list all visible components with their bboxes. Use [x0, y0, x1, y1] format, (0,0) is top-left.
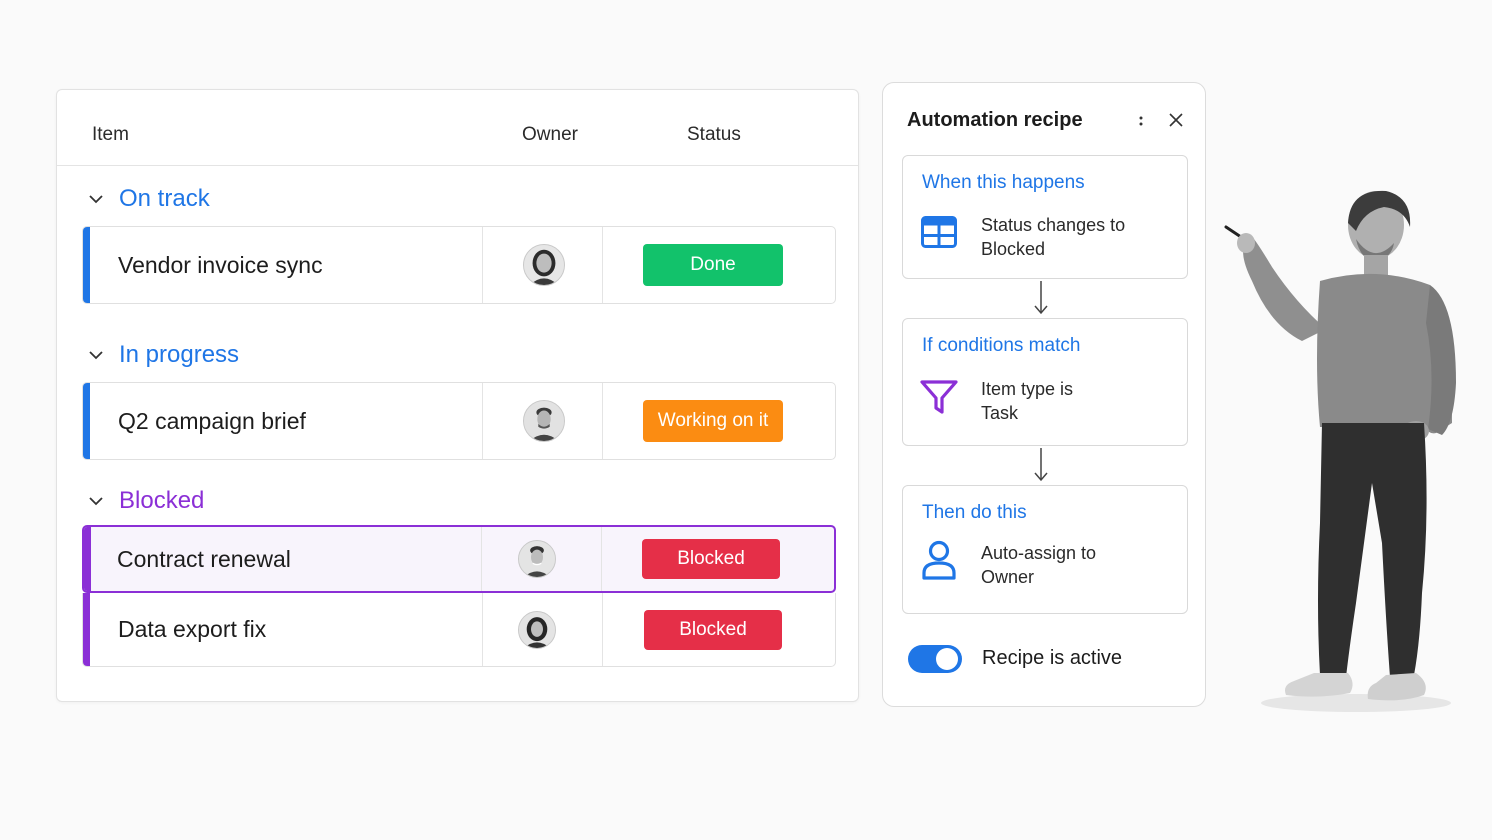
arrow-down-icon: [1034, 448, 1048, 482]
toggle-knob: [936, 648, 958, 670]
board-header: Item Owner Status: [57, 90, 858, 166]
recipe-active-toggle[interactable]: [908, 645, 962, 673]
status-badge[interactable]: Working on it: [643, 400, 783, 442]
step-label: Then do this: [922, 502, 1027, 523]
column-header-item[interactable]: Item: [92, 124, 129, 146]
cell-divider: [481, 527, 482, 591]
item-name[interactable]: Data export fix: [118, 593, 266, 666]
panel-title: Automation recipe: [907, 109, 1083, 131]
group-header-in-progress[interactable]: In progress: [85, 338, 239, 372]
item-name[interactable]: Contract renewal: [117, 527, 291, 591]
filter-icon: [919, 377, 959, 417]
step-description: Status changes to Blocked: [981, 215, 1126, 259]
status-badge[interactable]: Done: [643, 244, 783, 286]
cell-divider: [601, 527, 602, 591]
table-row[interactable]: Contract renewal Blocked: [82, 525, 836, 593]
avatar[interactable]: [523, 400, 565, 442]
cell-divider: [602, 593, 603, 666]
group-header-blocked[interactable]: Blocked: [85, 484, 204, 518]
table-row[interactable]: Q2 campaign brief Working on it: [82, 382, 836, 460]
table-icon: [919, 212, 959, 252]
item-name[interactable]: Vendor invoice sync: [118, 227, 323, 303]
group-header-on-track[interactable]: On track: [85, 182, 210, 216]
cell-divider: [602, 383, 603, 459]
more-vertical-icon[interactable]: [1133, 111, 1149, 133]
trigger-step-card[interactable]: When this happens Status changes to Bloc…: [902, 155, 1188, 279]
status-badge[interactable]: Blocked: [642, 539, 780, 579]
step-description: Auto-assign to Owner: [981, 543, 1097, 587]
step-description: Item type is Task: [981, 379, 1074, 423]
cell-divider: [482, 383, 483, 459]
chevron-down-icon[interactable]: [85, 188, 107, 210]
group-color-bar: [83, 227, 90, 303]
step-label: If conditions match: [922, 335, 1081, 356]
cell-divider: [602, 227, 603, 303]
presenter-person-image: [1224, 190, 1456, 712]
person-icon: [919, 540, 959, 580]
cell-divider: [482, 593, 483, 666]
column-header-status[interactable]: Status: [687, 124, 741, 146]
chevron-down-icon[interactable]: [85, 490, 107, 512]
item-name[interactable]: Q2 campaign brief: [118, 383, 306, 459]
group-title: In progress: [119, 341, 240, 368]
group-color-bar: [83, 383, 90, 459]
avatar[interactable]: [523, 244, 565, 286]
table-row[interactable]: Vendor invoice sync Done: [82, 226, 836, 304]
group-color-bar: [83, 593, 90, 666]
group-title: Blocked: [119, 487, 205, 514]
table-row[interactable]: Data export fix Blocked: [82, 593, 836, 667]
action-step-card[interactable]: Then do this Auto-assign to Owner: [902, 485, 1188, 614]
automation-recipe-panel: Automation recipe When this happens Stat…: [882, 82, 1206, 707]
toggle-label: Recipe is active: [982, 647, 1123, 669]
arrow-down-icon: [1034, 281, 1048, 315]
column-header-owner[interactable]: Owner: [522, 124, 578, 146]
board-panel: Item Owner Status On track Vendor invoic…: [56, 89, 859, 702]
group-color-bar: [84, 527, 91, 591]
close-icon[interactable]: [1165, 109, 1187, 131]
avatar[interactable]: [518, 540, 556, 578]
avatar[interactable]: [518, 610, 556, 649]
group-title: On track: [119, 185, 210, 212]
status-badge[interactable]: Blocked: [644, 609, 782, 650]
condition-step-card[interactable]: If conditions match Item type is Task: [902, 318, 1188, 446]
cell-divider: [482, 227, 483, 303]
chevron-down-icon[interactable]: [85, 344, 107, 366]
step-label: When this happens: [922, 172, 1085, 193]
